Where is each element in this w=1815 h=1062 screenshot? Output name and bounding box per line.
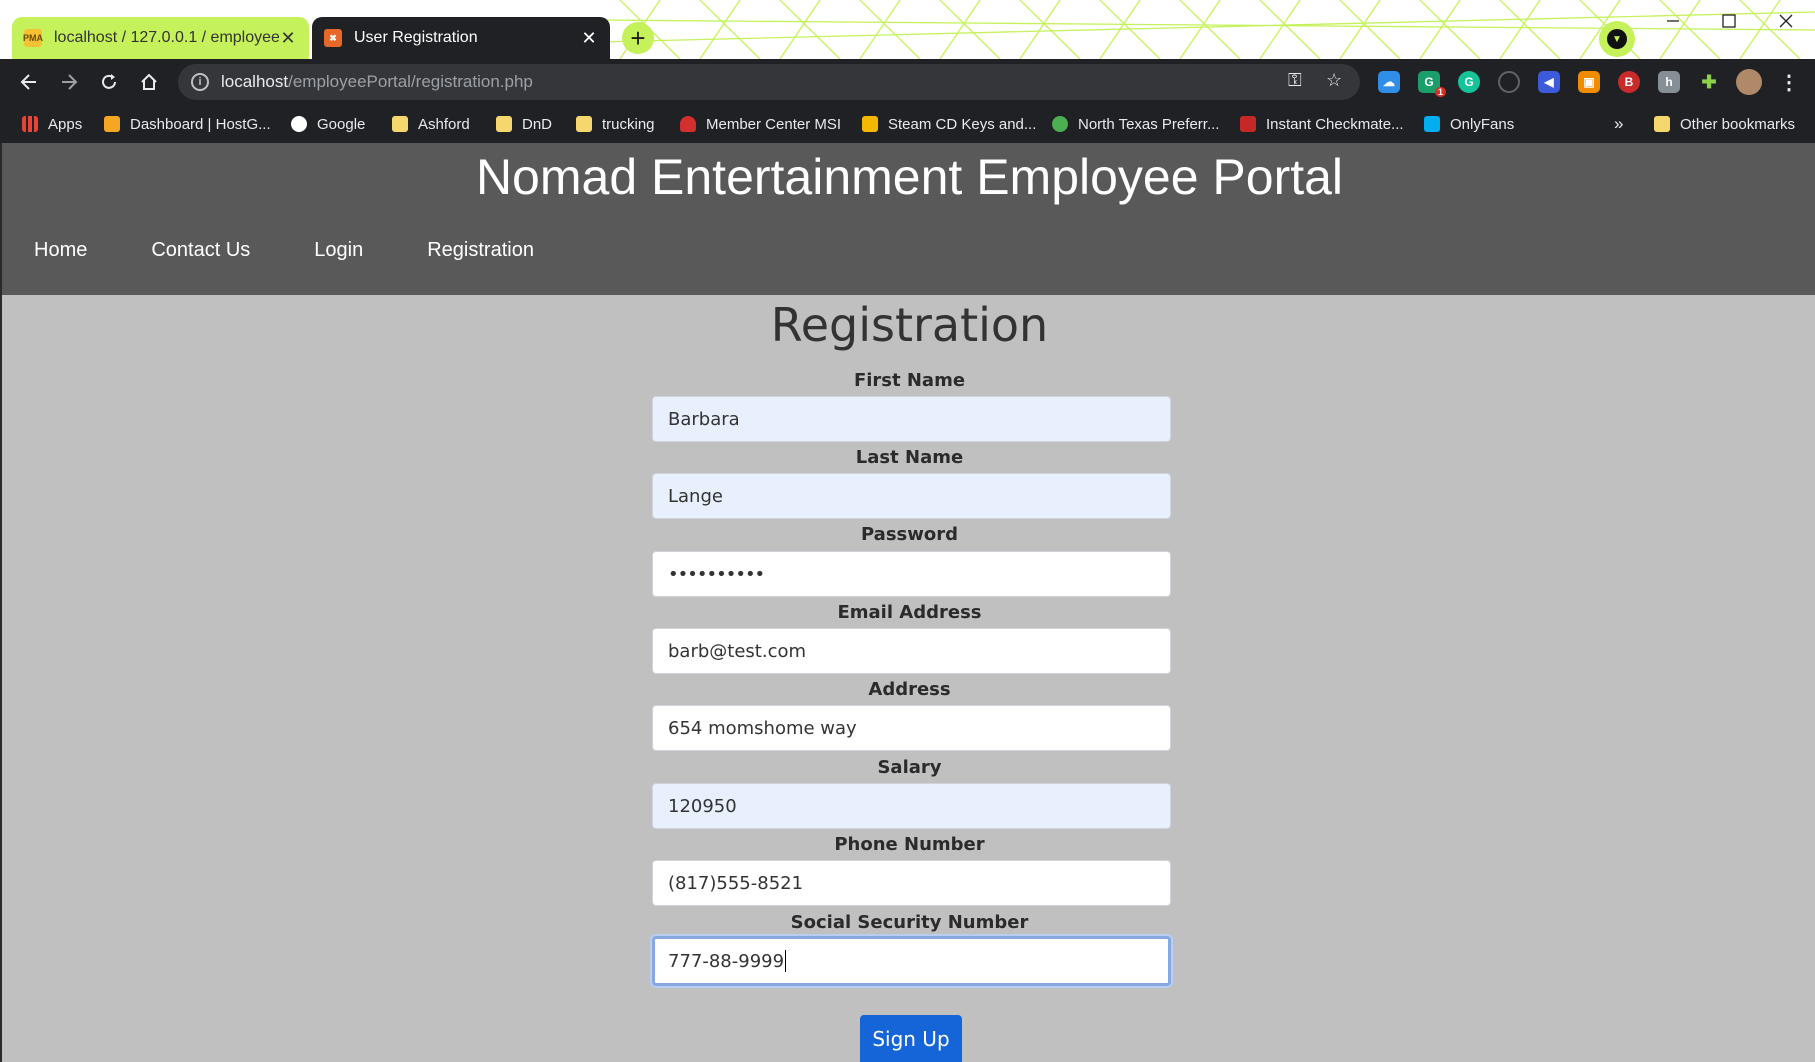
last-name-field[interactable]: Lange xyxy=(652,473,1171,519)
ssn-label: Social Security Number xyxy=(790,912,1029,933)
maximize-icon xyxy=(1722,14,1736,28)
site-header: Nomad Entertainment Employee Portal Home… xyxy=(2,143,1815,295)
minimize-icon xyxy=(1667,20,1679,22)
nav-contact-us[interactable]: Contact Us xyxy=(119,239,282,262)
bookmark-apps[interactable]: Apps xyxy=(22,105,82,143)
home-icon xyxy=(141,73,157,90)
password-field[interactable]: •••••••••• xyxy=(652,551,1171,597)
bookmarks-bar: Apps Dashboard | HostG... Google Ashford… xyxy=(0,105,1815,143)
close-tab-icon[interactable]: ✕ xyxy=(279,28,297,49)
url-text: localhost/employeePortal/registration.ph… xyxy=(221,72,533,91)
salary-label: Salary xyxy=(877,757,942,778)
key-icon[interactable]: ⚿ xyxy=(1288,70,1302,91)
page-viewport: Nomad Entertainment Employee Portal Home… xyxy=(0,143,1815,1062)
b-extension-icon[interactable]: B xyxy=(1618,71,1640,93)
cloud-extension-icon[interactable]: ☁ xyxy=(1378,71,1400,93)
bookmarks-overflow-button[interactable]: » xyxy=(1614,105,1623,143)
folder-icon xyxy=(576,116,592,132)
first-name-label: First Name xyxy=(853,370,966,391)
tab-title: User Registration xyxy=(354,29,478,46)
double-chevron-icon: » xyxy=(1614,114,1624,133)
tab-phpmyadmin[interactable]: PMA localhost / 127.0.0.1 / employeeport… xyxy=(12,17,309,59)
phone-field[interactable]: (817)555-8521 xyxy=(652,860,1171,906)
megaphone-extension-icon[interactable]: ◀ xyxy=(1538,71,1560,93)
more-menu-icon[interactable]: ⋮ xyxy=(1778,71,1800,94)
bookmark-hostgator[interactable]: Dashboard | HostG... xyxy=(104,105,271,143)
reload-icon xyxy=(102,74,116,89)
phpmyadmin-icon: PMA xyxy=(23,29,43,47)
globe-icon xyxy=(1052,116,1068,132)
close-icon xyxy=(1779,14,1793,28)
tab-title: localhost / 127.0.0.1 / employeeportal xyxy=(54,29,279,46)
bookmark-folder-trucking[interactable]: trucking xyxy=(576,105,655,143)
first-name-field[interactable]: Barbara xyxy=(652,396,1171,442)
apps-grid-icon xyxy=(22,116,38,132)
bookmark-folder-ashford[interactable]: Ashford xyxy=(392,105,470,143)
back-arrow-icon xyxy=(20,74,36,90)
circle-extension-icon[interactable] xyxy=(1498,71,1520,93)
checkmate-icon xyxy=(1240,116,1256,132)
ssn-field[interactable]: 777-88-9999 xyxy=(652,936,1171,986)
forward-arrow-icon xyxy=(62,74,78,90)
reload-button[interactable] xyxy=(94,67,124,97)
main-nav: Home Contact Us Login Registration xyxy=(2,239,566,262)
back-button[interactable] xyxy=(14,67,44,97)
hostgator-icon xyxy=(104,116,120,132)
nav-registration[interactable]: Registration xyxy=(395,239,566,262)
profile-avatar[interactable] xyxy=(1736,69,1762,95)
minimize-button[interactable] xyxy=(1653,6,1693,36)
email-field[interactable]: barb@test.com xyxy=(652,628,1171,674)
forward-button[interactable] xyxy=(54,67,84,97)
google-icon xyxy=(291,116,307,132)
other-bookmarks[interactable]: Other bookmarks xyxy=(1654,105,1795,143)
folder-icon xyxy=(1654,116,1670,132)
tab-search-button[interactable]: ▼ xyxy=(1599,21,1635,57)
bookmark-onlyfans[interactable]: OnlyFans xyxy=(1424,105,1514,143)
crown-icon xyxy=(862,116,878,132)
msi-icon xyxy=(680,116,696,132)
grammarly-go-extension-icon[interactable]: G1 xyxy=(1418,71,1446,97)
folder-icon xyxy=(496,116,512,132)
home-button[interactable] xyxy=(134,67,164,97)
tab-user-registration[interactable]: ✖ User Registration ✕ xyxy=(312,17,610,59)
grammarly-extension-icon[interactable]: G xyxy=(1458,71,1480,93)
close-window-button[interactable] xyxy=(1766,6,1806,36)
close-tab-icon[interactable]: ✕ xyxy=(580,28,598,49)
bookmark-msi[interactable]: Member Center MSI xyxy=(680,105,841,143)
folder-icon xyxy=(392,116,408,132)
last-name-label: Last Name xyxy=(855,447,964,468)
address-bar[interactable]: i localhost/employeePortal/registration.… xyxy=(178,64,1360,100)
xampp-icon: ✖ xyxy=(324,29,342,47)
tab-strip: PMA localhost / 127.0.0.1 / employeeport… xyxy=(0,0,1815,59)
salary-field[interactable]: 120950 xyxy=(652,783,1171,829)
bookmark-instant-checkmate[interactable]: Instant Checkmate... xyxy=(1240,105,1404,143)
nav-home[interactable]: Home xyxy=(2,239,119,262)
image-extension-icon[interactable]: ▣ xyxy=(1578,71,1600,93)
plus-icon: + xyxy=(630,22,646,53)
browser-toolbar: i localhost/employeePortal/registration.… xyxy=(0,59,1815,105)
email-label: Email Address xyxy=(837,602,982,623)
sign-up-button[interactable]: Sign Up xyxy=(860,1015,962,1062)
gray-extension-icon[interactable]: h xyxy=(1658,71,1680,93)
form-title: Registration xyxy=(770,298,1049,352)
site-info-icon[interactable]: i xyxy=(191,73,209,91)
bookmark-folder-dnd[interactable]: DnD xyxy=(496,105,552,143)
bookmark-google[interactable]: Google xyxy=(291,105,365,143)
onlyfans-icon xyxy=(1424,116,1440,132)
address-field[interactable]: 654 momshome way xyxy=(652,705,1171,751)
chevron-down-icon: ▼ xyxy=(1607,29,1627,49)
puzzle-extensions-icon[interactable]: ✚ xyxy=(1698,71,1720,93)
site-title: Nomad Entertainment Employee Portal xyxy=(475,149,1344,205)
bookmark-steam-cd-keys[interactable]: Steam CD Keys and... xyxy=(862,105,1036,143)
address-label: Address xyxy=(868,679,951,700)
phone-label: Phone Number xyxy=(834,834,985,855)
nav-login[interactable]: Login xyxy=(282,239,395,262)
text-caret xyxy=(785,950,787,972)
maximize-button[interactable] xyxy=(1709,6,1749,36)
bookmark-star-icon[interactable]: ☆ xyxy=(1326,70,1342,91)
new-tab-button[interactable]: + xyxy=(622,22,654,54)
password-label: Password xyxy=(860,524,959,545)
bookmark-north-texas[interactable]: North Texas Preferr... xyxy=(1052,105,1219,143)
